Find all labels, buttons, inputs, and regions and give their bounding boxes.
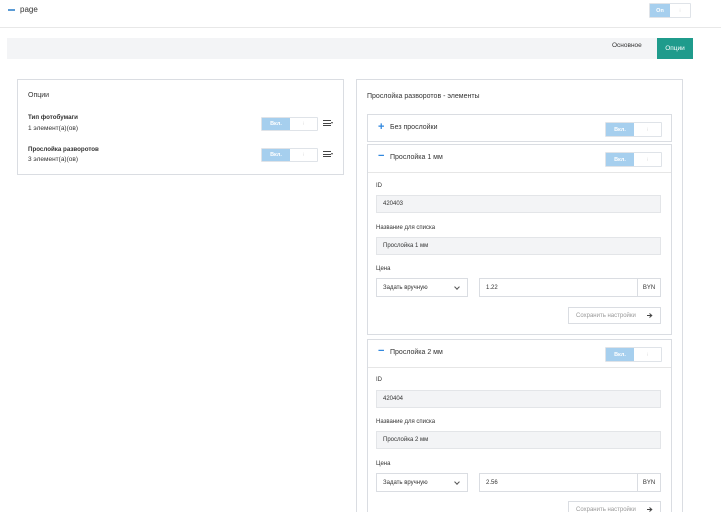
minus-icon[interactable]: − [378, 151, 384, 162]
elements-panel-title: Прослойка разворотов - элементы [367, 93, 480, 100]
toggle-off-label[interactable]: ⁝ [290, 118, 317, 130]
id-field: 420403 [376, 195, 661, 213]
accordion-label: Прослойка 2 мм [390, 349, 443, 356]
price-label: Цена [376, 461, 391, 467]
price-value: 1.22 [486, 284, 498, 291]
arrow-right-icon [647, 313, 653, 318]
accordion-header[interactable]: − Прослойка 1 мм Вкл. ⁝ [368, 145, 671, 173]
minus-icon[interactable]: − [378, 346, 384, 357]
accordion-header[interactable]: + Без прослойки Вкл. ⁝ [368, 115, 671, 142]
accordion-label: Прослойка 1 мм [390, 154, 443, 161]
accordion-header[interactable]: − Прослойка 2 мм Вкл. ⁝ [368, 340, 671, 368]
option-spread-layer-title: Прослойка разворотов [28, 146, 99, 153]
save-settings-label: Сохранить настройки [576, 312, 636, 319]
toggle-on-label[interactable]: Вкл. [262, 118, 290, 130]
menu-dropdown-icon[interactable] [323, 120, 333, 127]
price-input[interactable]: 1.22 BYN [479, 278, 661, 297]
save-settings-button[interactable]: Сохранить настройки [568, 501, 661, 513]
toggle-on-label[interactable]: Вкл. [262, 149, 290, 161]
price-mode-value: Задать вручную [383, 284, 428, 291]
accordion-label: Без прослойки [390, 124, 438, 131]
toggle-off-label[interactable]: ⁝ [634, 123, 661, 136]
plus-icon[interactable]: + [378, 122, 384, 133]
option-paper-type-title: Тип фотобумаги [28, 114, 78, 121]
price-label: Цена [376, 266, 391, 272]
price-mode-select[interactable]: Задать вручную [376, 473, 468, 492]
page-title: page [20, 5, 38, 14]
accordion-no-layer: + Без прослойки Вкл. ⁝ [367, 114, 672, 142]
toggle-off-label[interactable]: ⁝ [634, 348, 661, 361]
list-name-label: Название для списка [376, 225, 436, 231]
menu-dropdown-icon[interactable] [323, 151, 333, 158]
option-spread-layer-count: 3 элемент(а)(ов) [28, 156, 78, 163]
tab-options[interactable]: Опции [657, 38, 693, 59]
spread-layer-toggle[interactable]: Вкл. ⁝ [261, 148, 318, 162]
currency-suffix: BYN [637, 279, 660, 296]
chevron-down-icon [454, 284, 460, 290]
toggle-on-label[interactable]: Вкл. [606, 153, 634, 166]
top-bar [0, 0, 721, 28]
price-mode-value: Задать вручную [383, 479, 428, 486]
chevron-down-icon [454, 479, 460, 485]
toggle-on-label[interactable]: On [650, 4, 670, 17]
arrow-right-icon [647, 507, 653, 512]
price-value: 2.56 [486, 479, 498, 486]
list-name-label: Название для списка [376, 419, 436, 425]
options-panel-title: Опции [28, 92, 50, 99]
option-paper-type-count: 1 элемент(а)(ов) [28, 125, 78, 132]
page-toggle[interactable]: On ⁝ [649, 3, 691, 18]
paper-type-toggle[interactable]: Вкл. ⁝ [261, 117, 318, 131]
tab-strip [7, 38, 693, 59]
layer-1mm-toggle[interactable]: Вкл. ⁝ [605, 152, 662, 167]
price-input[interactable]: 2.56 BYN [479, 473, 661, 492]
collapse-minus-icon[interactable] [8, 9, 15, 11]
toggle-off-label[interactable]: ⁝ [634, 153, 661, 166]
price-mode-select[interactable]: Задать вручную [376, 278, 468, 297]
toggle-off-label[interactable]: ⁝ [670, 4, 690, 17]
id-field: 420404 [376, 390, 661, 408]
tab-main[interactable]: Основное [612, 42, 642, 49]
toggle-on-label[interactable]: Вкл. [606, 123, 634, 136]
toggle-off-label[interactable]: ⁝ [290, 149, 317, 161]
toggle-on-label[interactable]: Вкл. [606, 348, 634, 361]
save-settings-button[interactable]: Сохранить настройки [568, 307, 661, 324]
save-settings-label: Сохранить настройки [576, 507, 636, 513]
list-name-field[interactable]: Прослойка 1 мм [376, 237, 661, 255]
id-label: ID [376, 377, 382, 383]
layer-2mm-toggle[interactable]: Вкл. ⁝ [605, 347, 662, 362]
no-layer-toggle[interactable]: Вкл. ⁝ [605, 122, 662, 137]
list-name-field[interactable]: Прослойка 2 мм [376, 431, 661, 449]
currency-suffix: BYN [637, 474, 660, 491]
id-label: ID [376, 183, 382, 189]
